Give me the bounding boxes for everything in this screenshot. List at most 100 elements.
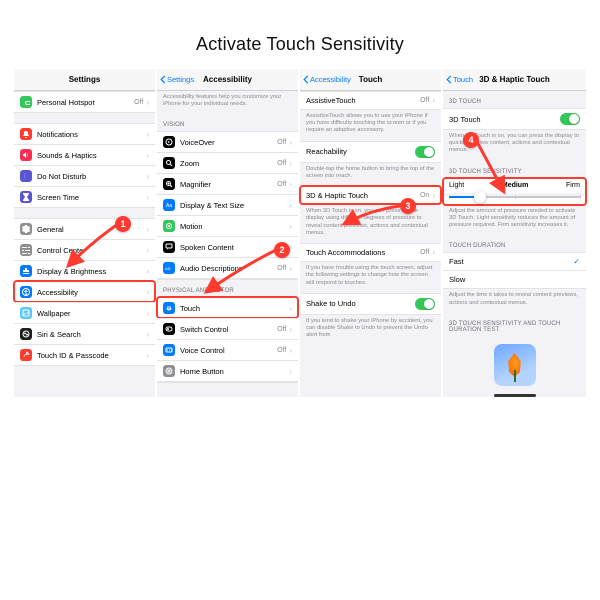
chevron-right-icon: › (289, 264, 292, 273)
label: Display & Text Size (180, 201, 286, 210)
row-assistivetouch[interactable]: AssistiveTouch Off › (300, 91, 441, 109)
back-button[interactable]: Accessibility (303, 75, 351, 84)
row-display-text-size[interactable]: Aa Display & Text Size› (157, 194, 298, 215)
header-accessibility: Settings Accessibility (157, 69, 298, 91)
section-sensitivity: 3D Touch Sensitivity (443, 161, 586, 178)
back-button[interactable]: Settings (160, 75, 194, 84)
switch-icon (163, 323, 175, 335)
label: VoiceOver (180, 138, 274, 147)
desc-assistive: AssistiveTouch allows you to use your iP… (300, 110, 441, 141)
panel-accessibility: Settings Accessibility Accessibility fea… (157, 69, 300, 397)
value: Off (277, 181, 286, 188)
chevron-right-icon: › (146, 151, 149, 160)
chevron-right-icon: › (432, 96, 435, 105)
row-siri-search[interactable]: Siri & Search› (14, 323, 155, 344)
row-fast[interactable]: Fast ✓ (443, 252, 586, 270)
zoom-icon (163, 157, 175, 169)
sensitivity-slider[interactable] (443, 196, 586, 204)
chevron-right-icon: › (146, 225, 149, 234)
row-switch-control[interactable]: Switch ControlOff› (157, 318, 298, 339)
accessibility-intro: Accessibility features help you customiz… (157, 91, 298, 114)
row-wallpaper[interactable]: Wallpaper› (14, 302, 155, 323)
row-reachability[interactable]: Reachability (300, 141, 441, 162)
row-accessibility[interactable]: Accessibility› (14, 281, 155, 302)
header-title: Settings (69, 75, 101, 84)
chevron-right-icon: › (146, 330, 149, 339)
sensitivity-control: Light Medium Firm (443, 178, 586, 205)
label: Motion (180, 222, 286, 231)
toggle-shake[interactable] (415, 298, 435, 310)
test-image[interactable] (443, 336, 586, 397)
row-shake-to-undo[interactable]: Shake to Undo (300, 293, 441, 314)
row-zoom[interactable]: ZoomOff› (157, 152, 298, 173)
row-audio-descriptions[interactable]: AD Audio DescriptionsOff› (157, 257, 298, 278)
row-3d-touch-toggle[interactable]: 3D Touch (443, 108, 586, 129)
label: Switch Control (180, 325, 274, 334)
row-sounds-haptics[interactable]: Sounds & Haptics› (14, 144, 155, 165)
row-display-brightness[interactable]: Display & Brightness› (14, 260, 155, 281)
moon-icon (20, 170, 32, 182)
svg-text:AD: AD (165, 266, 171, 271)
chevron-right-icon: › (146, 309, 149, 318)
section-motor: Physical and Motor (157, 280, 298, 297)
panel-3d-haptic: Touch 3D & Haptic Touch 3D Touch 3D Touc… (443, 69, 586, 397)
row-touch-id-passcode[interactable]: Touch ID & Passcode› (14, 344, 155, 365)
row-do-not-disturb[interactable]: Do Not Disturb› (14, 165, 155, 186)
toggle-reachability[interactable] (415, 146, 435, 158)
chevron-right-icon: › (289, 222, 292, 231)
row-personal-hotspot[interactable]: Personal HotspotOff› (14, 91, 155, 112)
row-voice-control[interactable]: Voice ControlOff› (157, 339, 298, 360)
test-indicator (494, 394, 536, 397)
chevron-right-icon: › (289, 159, 292, 168)
magnifier-icon (163, 178, 175, 190)
section-test: 3D Touch Sensitivity and Touch Duration … (443, 313, 586, 336)
row-slow[interactable]: Slow (443, 270, 586, 288)
header-title: Touch (359, 75, 382, 84)
row-touch-accommodations[interactable]: Touch Accommodations Off › (300, 243, 441, 261)
touch-icon (163, 302, 175, 314)
panel-touch: Accessibility Touch AssistiveTouch Off ›… (300, 69, 443, 397)
voicecontrol-icon (163, 344, 175, 356)
label: Wallpaper (37, 309, 143, 318)
row-control-center[interactable]: Control Center› (14, 239, 155, 260)
chevron-right-icon: › (146, 130, 149, 139)
sliders-icon (20, 244, 32, 256)
toggle-3dtouch[interactable] (560, 113, 580, 125)
value: Off (277, 326, 286, 333)
label: Notifications (37, 130, 143, 139)
row-voiceover[interactable]: VoiceOverOff› (157, 131, 298, 152)
row-magnifier[interactable]: MagnifierOff› (157, 173, 298, 194)
chevron-right-icon: › (289, 346, 292, 355)
label: Accessibility (37, 288, 143, 297)
label: 3D & Haptic Touch (306, 191, 417, 200)
audiodesc-icon: AD (163, 262, 175, 274)
row-3d-haptic-touch[interactable]: 3D & Haptic Touch On › (300, 186, 441, 204)
chevron-right-icon: › (289, 201, 292, 210)
voiceover-icon (163, 136, 175, 148)
row-general[interactable]: General› (14, 218, 155, 239)
chevron-right-icon: › (432, 248, 435, 257)
panel-settings: Settings Personal HotspotOff› Notificatio… (14, 69, 157, 397)
row-touch[interactable]: Touch› (157, 297, 298, 318)
row-spoken-content[interactable]: Spoken Content› (157, 236, 298, 257)
row-home-button[interactable]: Home Button› (157, 360, 298, 381)
label: Audio Descriptions (180, 264, 274, 273)
row-notifications[interactable]: Notifications› (14, 123, 155, 144)
back-button[interactable]: Touch (446, 75, 473, 84)
label: AssistiveTouch (306, 96, 417, 105)
chevron-right-icon: › (432, 191, 435, 200)
chevron-right-icon: › (289, 138, 292, 147)
row-motion[interactable]: Motion› (157, 215, 298, 236)
row-screen-time[interactable]: Screen Time› (14, 186, 155, 207)
chevron-right-icon: › (146, 193, 149, 202)
header-title: Accessibility (203, 75, 252, 84)
chevron-right-icon: › (146, 172, 149, 181)
section-3dtouch: 3D Touch (443, 91, 586, 108)
value: Off (277, 265, 286, 272)
sens-light: Light (449, 182, 464, 189)
header-title: 3D & Haptic Touch (479, 75, 550, 84)
label: Display & Brightness (37, 267, 143, 276)
value: Off (134, 99, 143, 106)
page-title: Activate Touch Sensitivity (0, 0, 600, 69)
textsize-icon: Aa (163, 199, 175, 211)
